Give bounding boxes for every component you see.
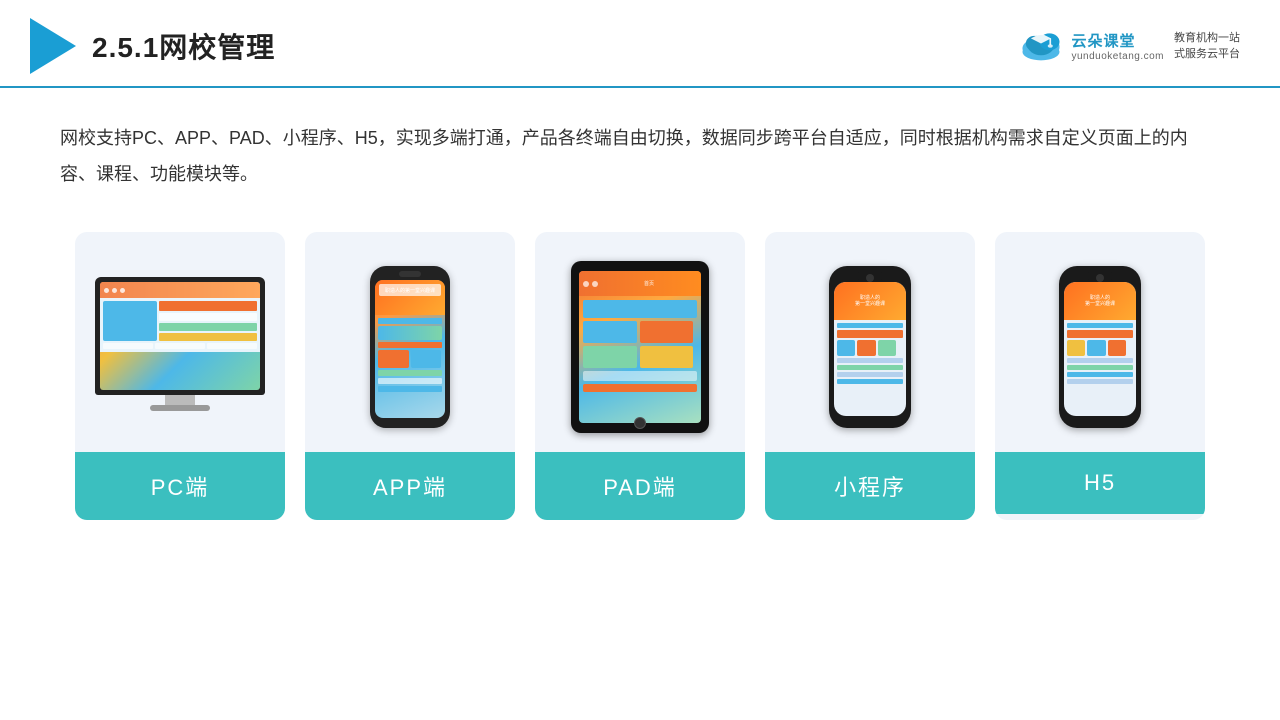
mini-phone-notch-h5 — [1086, 272, 1114, 280]
header-right: 云朵课堂 yunduoketang.com 教育机构一站式服务云平台 — [1017, 30, 1240, 63]
page: 2.5.1网校管理 云朵课堂 yu — [0, 0, 1280, 720]
app-image-area: 职造人的第一堂兴趣课 — [305, 232, 515, 452]
mini-phone-notch — [856, 272, 884, 280]
mini-phone-icon-miniapp: 职造人的第一堂兴趣课 — [829, 266, 911, 428]
description-text: 网校支持PC、APP、PAD、小程序、H5，实现多端打通，产品各终端自由切换，数… — [0, 88, 1280, 212]
card-h5: 职造人的第一堂兴趣课 — [995, 232, 1205, 520]
tablet-home-btn — [634, 417, 646, 429]
card-pc-label: PC端 — [75, 452, 285, 520]
cloud-logo-icon — [1017, 30, 1065, 62]
page-title: 2.5.1网校管理 — [92, 26, 275, 66]
h5-image-area: 职造人的第一堂兴趣课 — [995, 232, 1205, 452]
brand-text-block: 云朵课堂 yunduoketang.com — [1071, 30, 1164, 62]
pc-image-area — [75, 232, 285, 452]
phone-notch — [399, 271, 421, 277]
header-left: 2.5.1网校管理 — [30, 18, 275, 74]
card-pad-label: PAD端 — [535, 452, 745, 520]
card-h5-label: H5 — [995, 452, 1205, 514]
card-app: 职造人的第一堂兴趣课 — [305, 232, 515, 520]
card-pad: 首页 PAD端 — [535, 232, 745, 520]
cards-container: PC端 职造人的第一堂兴趣课 — [0, 212, 1280, 550]
logo-arrow-icon — [30, 18, 76, 74]
card-app-label: APP端 — [305, 452, 515, 520]
brand-slogan: 教育机构一站式服务云平台 — [1174, 30, 1240, 63]
tablet-mockup-icon: 首页 — [571, 261, 709, 433]
pc-monitor-icon — [95, 277, 265, 417]
header: 2.5.1网校管理 云朵课堂 yu — [0, 0, 1280, 88]
card-miniapp-label: 小程序 — [765, 452, 975, 520]
brand-logo: 云朵课堂 yunduoketang.com 教育机构一站式服务云平台 — [1017, 30, 1240, 63]
mini-phone-icon-h5: 职造人的第一堂兴趣课 — [1059, 266, 1141, 428]
card-pc: PC端 — [75, 232, 285, 520]
brand-url: yunduoketang.com — [1071, 51, 1164, 62]
card-miniapp: 职造人的第一堂兴趣课 — [765, 232, 975, 520]
brand-name: 云朵课堂 — [1071, 30, 1135, 51]
phone-mockup-icon: 职造人的第一堂兴趣课 — [370, 266, 450, 428]
miniapp-image-area: 职造人的第一堂兴趣课 — [765, 232, 975, 452]
pad-image-area: 首页 — [535, 232, 745, 452]
